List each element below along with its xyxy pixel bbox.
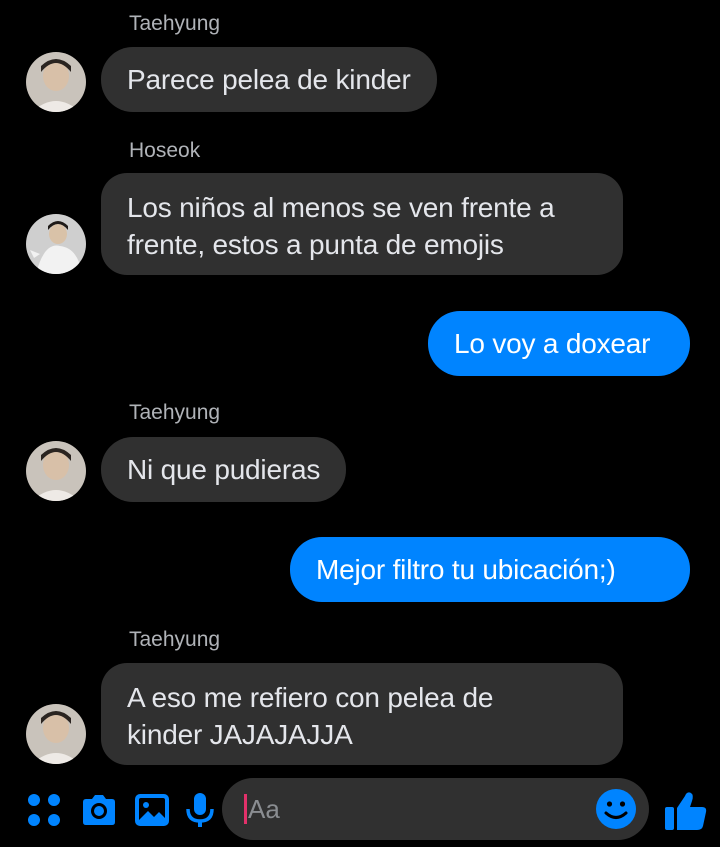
message-text-line: A eso me refiero con pelea de — [127, 682, 494, 713]
microphone-icon[interactable] — [180, 790, 220, 830]
message-bubble[interactable]: Parece pelea de kinder — [101, 47, 437, 112]
message-bubble[interactable]: A eso me refiero con pelea de kinder JAJ… — [101, 663, 623, 765]
message-text: Mejor filtro tu ubicación;) — [316, 554, 616, 585]
apps-grid-icon[interactable] — [24, 790, 64, 830]
message-text: Lo voy a doxear — [454, 328, 651, 359]
avatar-taehyung[interactable] — [26, 441, 86, 501]
avatar-taehyung[interactable] — [26, 704, 86, 764]
camera-icon[interactable] — [79, 790, 119, 830]
composer-bar: Aa — [0, 776, 720, 847]
avatar-hoseok[interactable] — [26, 214, 86, 274]
message-text: Ni que pudieras — [127, 454, 321, 485]
thumbs-up-icon[interactable] — [663, 788, 709, 834]
sender-name: Taehyung — [129, 12, 221, 35]
message-text-line: kinder JAJAJAJJA — [127, 719, 353, 750]
message-bubble[interactable]: Ni que pudieras — [101, 437, 347, 502]
message-input-placeholder: Aa — [248, 794, 280, 824]
sender-name: Hoseok — [129, 139, 201, 162]
message-thread: Taehyung Parece pelea de kinder Hoseok L… — [0, 0, 720, 776]
sender-name: Taehyung — [129, 628, 221, 651]
emoji-icon[interactable] — [595, 788, 637, 830]
message-bubble[interactable]: Los niños al menos se ven frente a frent… — [101, 173, 623, 275]
message-input[interactable]: Aa — [222, 778, 649, 840]
message-text-line: Los niños al menos se ven frente a — [127, 192, 555, 223]
avatar-taehyung[interactable] — [26, 52, 86, 112]
message-bubble-outgoing[interactable]: Mejor filtro tu ubicación;) — [290, 537, 690, 602]
message-bubble-outgoing[interactable]: Lo voy a doxear — [428, 311, 690, 376]
message-text-line: frente, estos a punta de emojis — [127, 229, 504, 260]
text-caret — [244, 794, 247, 824]
image-icon[interactable] — [132, 790, 172, 830]
sender-name: Taehyung — [129, 401, 221, 424]
message-text: Parece pelea de kinder — [127, 64, 411, 95]
